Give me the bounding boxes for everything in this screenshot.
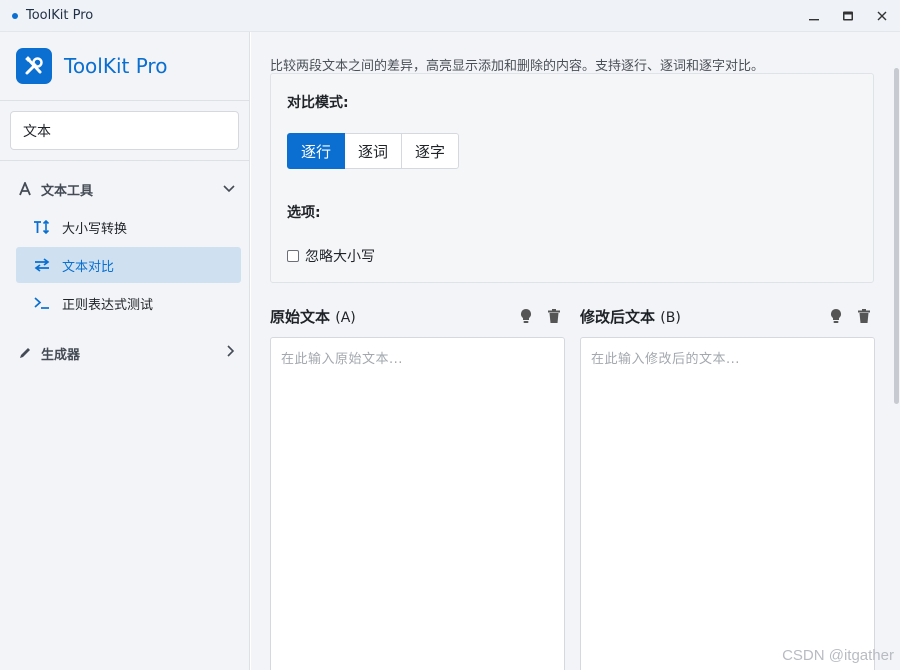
sidebar-item-case-convert[interactable]: 大小写转换 bbox=[16, 209, 241, 245]
maximize-button[interactable] bbox=[832, 0, 864, 32]
mode-segmented-control: 逐行 逐词 逐字 bbox=[287, 133, 460, 169]
mode-label: 对比模式: bbox=[287, 95, 349, 111]
original-text-actions bbox=[517, 306, 563, 326]
chevron-right-icon bbox=[227, 345, 235, 361]
ignore-case-label: 忽略大小写 bbox=[305, 249, 375, 265]
ignore-case-checkbox[interactable] bbox=[287, 250, 299, 262]
app-dot-icon bbox=[12, 12, 18, 19]
font-icon bbox=[17, 182, 33, 196]
original-text-input[interactable] bbox=[270, 337, 565, 670]
search-area bbox=[0, 101, 249, 161]
trash-icon[interactable] bbox=[545, 307, 563, 325]
title-bar: ToolKit Pro bbox=[0, 0, 900, 32]
scrollbar-thumb[interactable] bbox=[894, 68, 899, 404]
search-input[interactable] bbox=[10, 111, 239, 150]
terminal-icon bbox=[33, 296, 51, 310]
modified-text-title: 修改后文本 (B) bbox=[580, 307, 681, 326]
swap-icon bbox=[33, 258, 51, 272]
sidebar-group-text-tools[interactable]: 文本工具 bbox=[0, 169, 249, 209]
watermark: CSDN @itgather bbox=[782, 647, 894, 664]
chevron-down-icon bbox=[223, 182, 235, 197]
lightbulb-icon[interactable] bbox=[517, 307, 535, 325]
pencil-icon bbox=[17, 346, 33, 360]
window-controls bbox=[798, 0, 900, 32]
mode-line-button[interactable]: 逐行 bbox=[287, 133, 346, 169]
modified-text-header: 修改后文本 (B) bbox=[580, 306, 681, 326]
brand-name: ToolKit Pro bbox=[64, 54, 168, 78]
close-button[interactable] bbox=[866, 0, 898, 32]
tools-logo-icon bbox=[16, 48, 52, 84]
original-text-title: 原始文本 (A) bbox=[270, 307, 356, 326]
options-card: 对比模式: 逐行 逐词 逐字 选项: 忽略大小写 bbox=[270, 73, 874, 283]
brand: ToolKit Pro bbox=[0, 32, 249, 101]
sidebar-group-generators[interactable]: 生成器 bbox=[0, 333, 249, 373]
minimize-icon bbox=[809, 19, 819, 21]
window-title: ToolKit Pro bbox=[26, 8, 94, 23]
text-case-icon bbox=[33, 220, 51, 234]
main-content: 比较两段文本之间的差异，高亮显示添加和删除的内容。支持逐行、逐词和逐字对比。 对… bbox=[251, 32, 893, 670]
sidebar-item-label: 大小写转换 bbox=[62, 221, 128, 237]
sidebar-group-label: 文本工具 bbox=[41, 183, 94, 199]
sidebar-item-label: 正则表达式测试 bbox=[62, 297, 154, 313]
close-icon bbox=[877, 11, 887, 21]
trash-icon[interactable] bbox=[855, 307, 873, 325]
mode-char-button[interactable]: 逐字 bbox=[401, 133, 460, 169]
sidebar-item-label: 文本对比 bbox=[62, 259, 115, 275]
options-label: 选项: bbox=[287, 205, 321, 221]
modified-text-input[interactable] bbox=[580, 337, 875, 670]
lightbulb-icon[interactable] bbox=[827, 307, 845, 325]
mode-word-button[interactable]: 逐词 bbox=[344, 133, 403, 169]
maximize-icon bbox=[843, 11, 853, 21]
sidebar: ToolKit Pro 文本工具 大小写转换 文本对比 正则表达式测试 bbox=[0, 32, 250, 670]
main-scrollbar[interactable] bbox=[893, 32, 900, 670]
sidebar-group-label: 生成器 bbox=[41, 347, 81, 363]
modified-text-actions bbox=[827, 306, 873, 326]
sidebar-item-text-diff[interactable]: 文本对比 bbox=[16, 247, 241, 283]
minimize-button[interactable] bbox=[798, 0, 830, 32]
sidebar-item-regex-test[interactable]: 正则表达式测试 bbox=[16, 285, 241, 321]
page-description: 比较两段文本之间的差异，高亮显示添加和删除的内容。支持逐行、逐词和逐字对比。 bbox=[270, 59, 765, 74]
ignore-case-option[interactable]: 忽略大小写 bbox=[287, 246, 375, 266]
original-text-header: 原始文本 (A) bbox=[270, 306, 356, 326]
